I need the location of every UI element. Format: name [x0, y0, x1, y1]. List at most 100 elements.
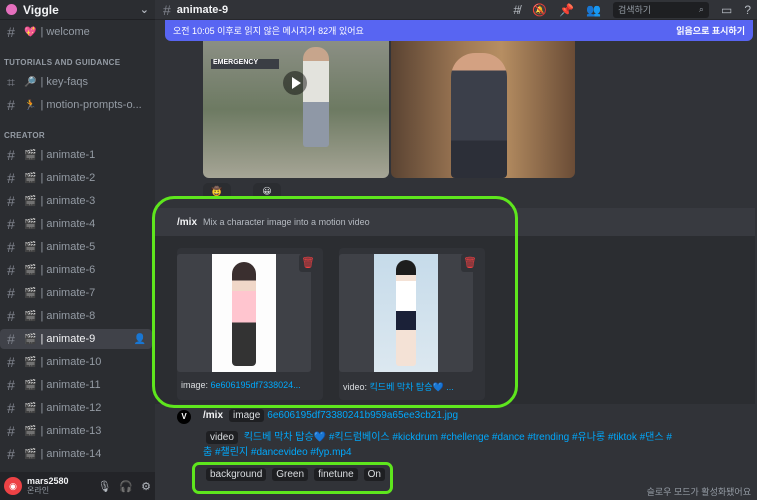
user-info[interactable]: mars2580 온라인: [27, 476, 69, 495]
hash-icon: #: [7, 308, 15, 324]
channel-motion-prompts[interactable]: # 🏃 | motion-prompts-o...: [0, 95, 152, 115]
person-figure: [451, 53, 507, 178]
clapper-icon: 🎬: [24, 218, 37, 230]
channel-label: | animate-5: [40, 241, 96, 253]
channel-animate-9[interactable]: # 🎬 | animate-9 👤: [0, 329, 152, 349]
heart-icon: 💖: [24, 26, 37, 38]
clapper-icon: 🎬: [24, 448, 37, 460]
clapper-icon: 🎬: [24, 425, 37, 437]
microphone-icon[interactable]: 🎙: [97, 480, 111, 493]
channel-label: | animate-12: [40, 402, 102, 414]
channel-animate-11[interactable]: # 🎬 | animate-11: [0, 375, 152, 395]
highlight-outline: [152, 196, 518, 408]
server-logo-icon: [6, 4, 17, 15]
clapper-icon: 🎬: [24, 241, 37, 253]
option-label[interactable]: image: [229, 409, 265, 422]
channel-animate-13[interactable]: # 🎬 | animate-13: [0, 421, 152, 441]
search-icon: ⌕: [698, 4, 704, 14]
channel-animate-8[interactable]: # 🎬 | animate-8: [0, 306, 152, 326]
new-messages-bar[interactable]: 오전 10:05 이후로 읽지 않은 메시지가 82개 있어요 읽음으로 표시하…: [165, 20, 753, 41]
hash-icon: #: [7, 24, 15, 40]
channel-animate-14[interactable]: # 🎬 | animate-14: [0, 444, 152, 464]
gear-icon[interactable]: ⚙: [141, 480, 151, 493]
channel-animate-6[interactable]: # 🎬 | animate-6: [0, 260, 152, 280]
hash-icon: #: [7, 331, 15, 347]
headphones-icon[interactable]: 🎧: [119, 480, 133, 493]
clapper-icon: 🎬: [24, 149, 37, 161]
channel-animate-2[interactable]: # 🎬 | animate-2: [0, 168, 152, 188]
channel-animate-10[interactable]: # 🎬 | animate-10: [0, 352, 152, 372]
runner-icon: 🏃: [24, 99, 37, 111]
hash-icon: #: [7, 285, 15, 301]
chevron-down-icon[interactable]: ⌄: [140, 3, 149, 16]
hash-icon: #: [7, 193, 15, 209]
option-value[interactable]: 6e606195df73380241b959a65ee3cb21.jpg: [267, 410, 458, 421]
channel-label: | animate-14: [40, 448, 102, 460]
mark-as-read-button[interactable]: 읽음으로 표시하기: [676, 24, 745, 37]
slowmode-notice: 슬로우 모드가 활성화됐어요: [646, 487, 751, 497]
category-creator[interactable]: CREATOR: [4, 131, 45, 140]
command-line: /mix image 6e606195df73380241b959a65ee3c…: [203, 409, 458, 422]
viggle-bot-icon: V: [177, 410, 191, 424]
new-messages-text: 오전 10:05 이후로 읽지 않은 메시지가 82개 있어요: [173, 26, 364, 36]
channel-sidebar: Viggle ⌄ # 💖 | welcome TUTORIALS AND GUI…: [0, 0, 155, 500]
option-label[interactable]: video: [206, 431, 238, 444]
notification-bell-icon[interactable]: 🔕: [532, 3, 547, 17]
channel-key-faqs[interactable]: ⌗ 🔎 | key-faqs: [0, 72, 152, 92]
play-icon[interactable]: [283, 71, 307, 95]
channel-label: | welcome: [40, 26, 90, 38]
avatar[interactable]: ◉: [4, 477, 22, 495]
channel-animate-4[interactable]: # 🎬 | animate-4: [0, 214, 152, 234]
hash-icon: #: [163, 1, 171, 18]
help-icon[interactable]: ?: [744, 3, 751, 17]
clapper-icon: 🎬: [24, 402, 37, 414]
channel-label: | motion-prompts-o...: [40, 99, 142, 111]
hash-icon: #: [7, 423, 15, 439]
clapper-icon: 🎬: [24, 333, 37, 345]
search-placeholder: 검색하기: [617, 5, 652, 15]
magnifier-icon: 🔎: [24, 76, 37, 88]
person-figure: [303, 47, 329, 147]
channel-label: | animate-9: [40, 333, 96, 345]
hash-icon: #: [7, 446, 15, 462]
video-attachment[interactable]: EMERGENCY: [203, 41, 389, 178]
command-name: /mix: [203, 410, 224, 421]
video-attachment[interactable]: [391, 41, 575, 178]
channel-label: | animate-13: [40, 425, 102, 437]
clapper-icon: 🎬: [24, 264, 37, 276]
option-value[interactable]: 킥드베 막차 탑승💙 #킥드럼베이스 #kickdrum #chellenge …: [203, 432, 672, 458]
clapper-icon: 🎬: [24, 172, 37, 184]
hash-icon: #: [7, 170, 15, 186]
server-header[interactable]: Viggle ⌄: [0, 0, 155, 20]
channel-animate-7[interactable]: # 🎬 | animate-7: [0, 283, 152, 303]
channel-label: | animate-8: [40, 310, 96, 322]
channel-title: animate-9: [176, 3, 229, 16]
channel-animate-3[interactable]: # 🎬 | animate-3: [0, 191, 152, 211]
channel-welcome[interactable]: # 💖 | welcome: [0, 22, 152, 42]
user-panel: ◉ mars2580 온라인 🎙 🎧 ⚙: [0, 472, 155, 500]
user-status: 온라인: [27, 485, 50, 495]
channel-label: | animate-1: [40, 149, 96, 161]
hash-icon: #: [7, 97, 15, 113]
channel-label: | animate-4: [40, 218, 96, 230]
channel-animate-1[interactable]: # 🎬 | animate-1: [0, 145, 152, 165]
video-option: video 킥드베 막차 탑승💙 #킥드럼베이스 #kickdrum #chel…: [203, 430, 673, 460]
forum-icon: ⌗: [7, 73, 15, 90]
channel-label: | animate-10: [40, 356, 102, 368]
pin-icon[interactable]: 📌: [559, 3, 574, 17]
channel-header: # animate-9 #̸ 🔕 📌 👥 검색하기 ⌕ ▭ ?: [155, 0, 757, 20]
channel-label: | animate-7: [40, 287, 96, 299]
hash-icon: #: [7, 239, 15, 255]
inbox-icon[interactable]: ▭: [721, 3, 732, 17]
channel-label: | key-faqs: [40, 76, 88, 88]
search-input[interactable]: 검색하기 ⌕: [612, 1, 709, 18]
channel-animate-5[interactable]: # 🎬 | animate-5: [0, 237, 152, 257]
threads-icon[interactable]: #̸: [513, 3, 520, 17]
category-tutorials[interactable]: TUTORIALS AND GUIDANCE: [4, 58, 120, 67]
members-icon[interactable]: 👥: [586, 3, 601, 17]
clapper-icon: 🎬: [24, 379, 37, 391]
add-member-icon[interactable]: 👤: [134, 334, 146, 345]
highlight-outline: [192, 462, 393, 494]
channel-animate-12[interactable]: # 🎬 | animate-12: [0, 398, 152, 418]
clapper-icon: 🎬: [24, 287, 37, 299]
